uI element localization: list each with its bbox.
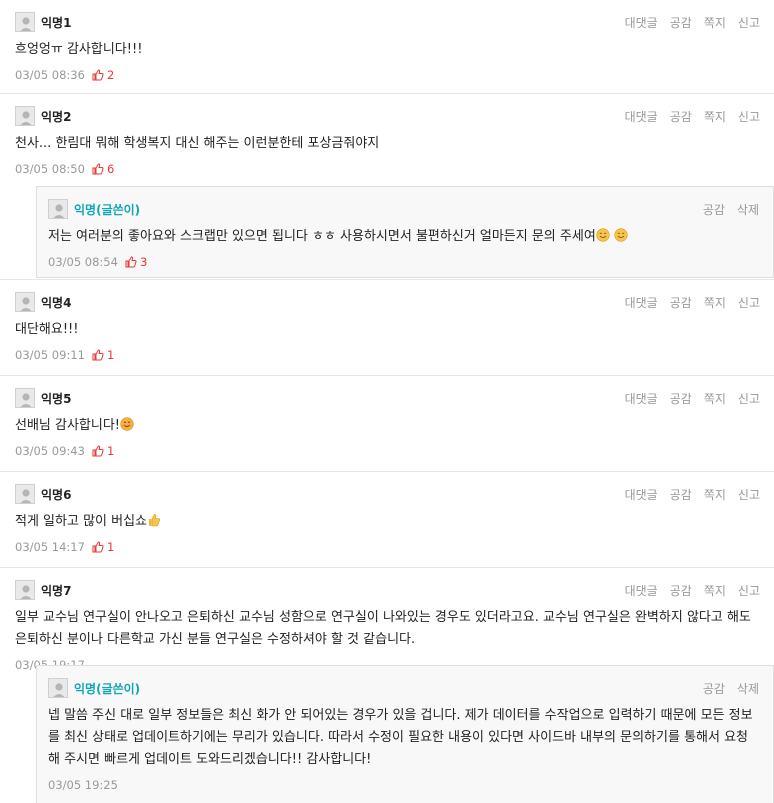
like-button[interactable]: 공감: [670, 486, 692, 503]
thumbs-up-icon: [92, 349, 104, 361]
thumbs-up-icon: [92, 163, 104, 175]
reply-time: 03/05 19:25: [48, 778, 118, 792]
like-button[interactable]: 공감: [703, 680, 725, 697]
like-count-value: 2: [106, 68, 115, 82]
like-count[interactable]: 1: [92, 348, 114, 362]
report-button[interactable]: 신고: [738, 14, 760, 31]
message-button[interactable]: 쪽지: [704, 486, 726, 503]
reply-text: 넵 말씀 주신 대로 일부 정보들은 최신 화가 안 되어있는 경우가 있을 겁…: [48, 708, 753, 767]
comment-author: 익명4: [41, 295, 72, 310]
reply-author: 익명(글쓴이): [74, 681, 141, 696]
reply-author: 익명(글쓴이): [74, 202, 141, 217]
like-count-value: 6: [106, 162, 115, 176]
comment-text: 적게 일하고 많이 버십쇼: [15, 511, 760, 533]
report-button[interactable]: 신고: [738, 582, 760, 599]
thumbs-up-icon: [92, 445, 104, 457]
thumbs-up-icon: [92, 69, 104, 81]
comment-time: 03/05 14:17: [15, 540, 85, 554]
comment-author: 익명5: [41, 391, 72, 406]
reply-time: 03/05 08:54: [48, 255, 118, 269]
like-count-value: 1: [106, 348, 115, 362]
comment-author: 익명1: [41, 15, 72, 30]
avatar: [15, 580, 35, 600]
comment-author: 익명6: [41, 487, 72, 502]
comment-item: 익명5 대댓글 공감 쪽지 신고 선배님 감사합니다! 03/05 09:43 …: [0, 376, 774, 472]
comment-author: 익명7: [41, 583, 72, 598]
thumbs-up-icon: [125, 256, 137, 268]
avatar: [15, 12, 35, 32]
reply-button[interactable]: 대댓글: [625, 108, 658, 125]
reply-button[interactable]: 대댓글: [625, 14, 658, 31]
comment-time: 03/05 08:50: [15, 162, 85, 176]
reply-text: 저는 여러분의 좋아요와 스크랩만 있으면 됩니다 ㅎㅎ 사용하시면서 불편하신…: [48, 226, 759, 248]
like-count-value: 3: [139, 255, 148, 269]
like-count[interactable]: 1: [92, 540, 114, 554]
reply-button[interactable]: 대댓글: [625, 294, 658, 311]
like-count[interactable]: 1: [92, 444, 114, 458]
reply-button[interactable]: 대댓글: [625, 390, 658, 407]
avatar: [48, 199, 68, 219]
report-button[interactable]: 신고: [738, 108, 760, 125]
comment-author: 익명2: [41, 109, 72, 124]
comment-text: 선배님 감사합니다!: [15, 415, 760, 437]
reply-button[interactable]: 대댓글: [625, 486, 658, 503]
avatar: [15, 388, 35, 408]
comment-item: 익명1 대댓글 공감 쪽지 신고 흐엉엉ㅠ 감사합니다!!! 03/05 08:…: [0, 0, 774, 94]
message-button[interactable]: 쪽지: [704, 582, 726, 599]
avatar: [48, 678, 68, 698]
message-button[interactable]: 쪽지: [704, 14, 726, 31]
avatar: [15, 106, 35, 126]
sweat-smile-emoji-icon: [614, 228, 628, 242]
comment-text-body: 적게 일하고 많이 버십쇼: [15, 514, 147, 529]
sweat-smile-emoji-icon: [596, 228, 610, 242]
delete-button[interactable]: 삭제: [737, 680, 759, 697]
comment-item: 익명7 대댓글 공감 쪽지 신고 일부 교수님 연구실이 안나오고 은퇴하신 교…: [0, 568, 774, 803]
message-button[interactable]: 쪽지: [704, 390, 726, 407]
like-button[interactable]: 공감: [670, 390, 692, 407]
like-button[interactable]: 공감: [703, 201, 725, 218]
like-count[interactable]: 6: [92, 162, 114, 176]
report-button[interactable]: 신고: [738, 390, 760, 407]
comment-text: 일부 교수님 연구실이 안나오고 은퇴하신 교수님 성함으로 연구실이 나와있는…: [15, 610, 751, 647]
like-button[interactable]: 공감: [670, 108, 692, 125]
comment-time: 03/05 08:36: [15, 68, 85, 82]
thumbs-up-emoji-icon: [149, 514, 160, 527]
avatar: [15, 484, 35, 504]
comment-text: 대단해요!!!: [15, 322, 79, 337]
comment-list: 익명1 대댓글 공감 쪽지 신고 흐엉엉ㅠ 감사합니다!!! 03/05 08:…: [0, 0, 774, 803]
message-button[interactable]: 쪽지: [704, 108, 726, 125]
report-button[interactable]: 신고: [738, 294, 760, 311]
comment-item: 익명4 대댓글 공감 쪽지 신고 대단해요!!! 03/05 09:11 1: [0, 280, 774, 376]
comment-item: 익명2 대댓글 공감 쪽지 신고 천사... 한림대 뭐해 학생복지 대신 해주…: [0, 94, 774, 280]
avatar: [15, 292, 35, 312]
reply-item: 익명(글쓴이) 공감 삭제 저는 여러분의 좋아요와 스크랩만 있으면 됩니다 …: [36, 186, 774, 278]
like-button[interactable]: 공감: [670, 294, 692, 311]
comment-text: 천사... 한림대 뭐해 학생복지 대신 해주는 이런분한테 포상금줘야지: [15, 136, 380, 151]
comment-item: 익명6 대댓글 공감 쪽지 신고 적게 일하고 많이 버십쇼 03/05 14:…: [0, 472, 774, 568]
comment-text-body: 선배님 감사합니다!: [15, 418, 121, 433]
comment-text: 흐엉엉ㅠ 감사합니다!!!: [15, 42, 143, 57]
report-button[interactable]: 신고: [738, 486, 760, 503]
like-button[interactable]: 공감: [670, 14, 692, 31]
like-count[interactable]: 3: [125, 255, 147, 269]
comment-time: 03/05 09:43: [15, 444, 85, 458]
like-count-value: 1: [106, 540, 115, 554]
like-count-value: 1: [106, 444, 115, 458]
reply-text-body: 저는 여러분의 좋아요와 스크랩만 있으면 됩니다 ㅎㅎ 사용하시면서 불편하신…: [48, 229, 596, 244]
like-button[interactable]: 공감: [670, 582, 692, 599]
message-button[interactable]: 쪽지: [704, 294, 726, 311]
comment-time: 03/05 09:11: [15, 348, 85, 362]
smiling-face-emoji-icon: [120, 417, 134, 431]
delete-button[interactable]: 삭제: [737, 201, 759, 218]
reply-button[interactable]: 대댓글: [625, 582, 658, 599]
reply-item: 익명(글쓴이) 공감 삭제 넵 말씀 주신 대로 일부 정보들은 최신 화가 안…: [36, 665, 774, 803]
like-count[interactable]: 2: [92, 68, 114, 82]
thumbs-up-icon: [92, 541, 104, 553]
